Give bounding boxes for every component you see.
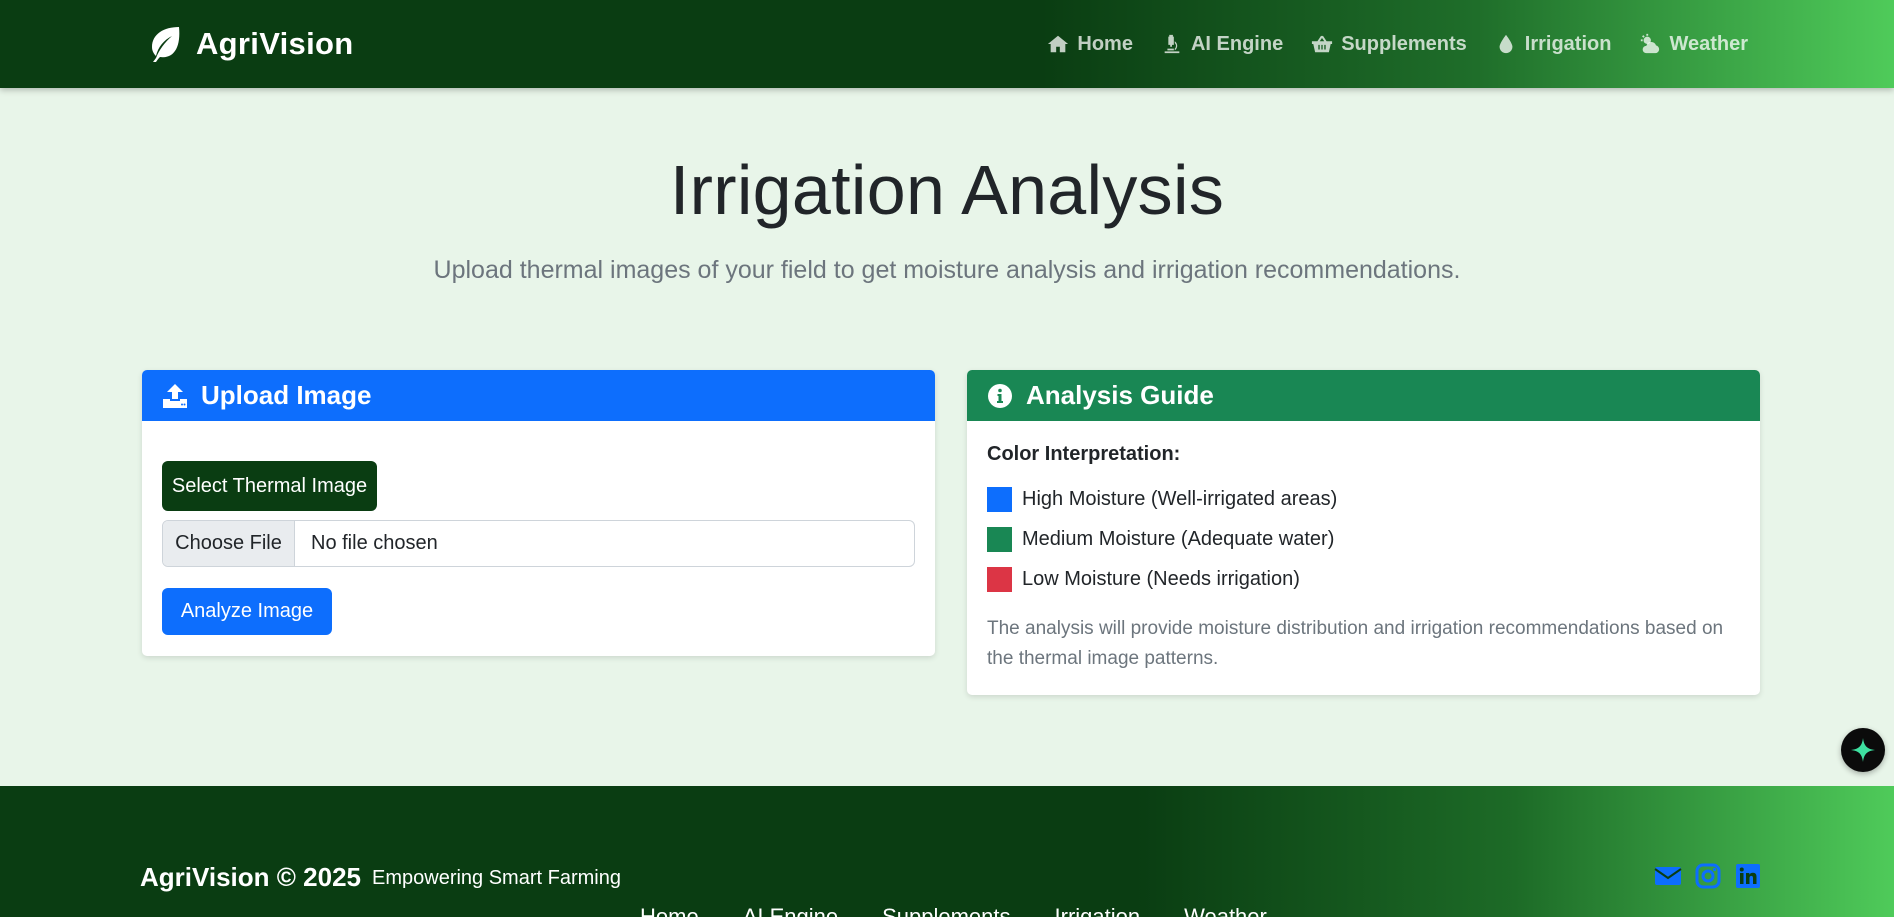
guide-card-title: Analysis Guide bbox=[1026, 380, 1214, 410]
guide-note: The analysis will provide moisture distr… bbox=[987, 618, 1724, 669]
select-thermal-image-button[interactable]: Select Thermal Image bbox=[162, 461, 377, 511]
file-input[interactable]: Choose File No file chosen bbox=[162, 520, 915, 567]
nav-item-ai-engine[interactable]: AI Engine bbox=[1161, 33, 1283, 56]
nav-label-ai-engine: AI Engine bbox=[1190, 32, 1284, 55]
legend-label-low: Low Moisture (Needs irrigation) bbox=[1022, 567, 1300, 590]
legend-label-high: High Moisture (Well-irrigated areas) bbox=[1022, 487, 1338, 510]
nav-label-home: Home bbox=[1077, 32, 1133, 55]
guide-card-header: Analysis Guide bbox=[967, 370, 1760, 421]
upload-icon bbox=[163, 383, 187, 408]
top-navbar: AgriVision Home AI Engine Supplements Ir… bbox=[0, 0, 1894, 88]
page-subtitle: Upload thermal images of your field to g… bbox=[433, 256, 1461, 284]
microscope-icon bbox=[1164, 34, 1180, 54]
footer-link-supplements[interactable]: Supplements bbox=[882, 904, 1010, 917]
nav-label-irrigation: Irrigation bbox=[1524, 32, 1612, 55]
footer-brand: AgriVision © 2025 bbox=[140, 862, 361, 892]
page-title: Irrigation Analysis bbox=[669, 151, 1225, 229]
basket-icon bbox=[1312, 35, 1333, 53]
footer-tagline: Empowering Smart Farming bbox=[372, 867, 621, 889]
instagram-icon[interactable] bbox=[1694, 862, 1722, 890]
nav-item-supplements[interactable]: Supplements bbox=[1311, 33, 1467, 56]
nav-item-irrigation[interactable]: Irrigation bbox=[1495, 32, 1612, 56]
choose-file-button[interactable]: Choose File bbox=[163, 521, 295, 566]
sparkle-icon bbox=[1851, 738, 1875, 762]
footer-links: Home AI Engine Supplements Irrigation We… bbox=[640, 904, 1267, 917]
nav-item-weather[interactable]: Weather bbox=[1639, 33, 1748, 56]
linkedin-icon[interactable] bbox=[1734, 862, 1762, 890]
legend-item-low: Low Moisture (Needs irrigation) bbox=[987, 566, 1740, 592]
upload-card: Upload Image Select Thermal Image Choose… bbox=[142, 370, 935, 656]
home-icon bbox=[1048, 35, 1069, 53]
legend-item-high: High Moisture (Well-irrigated areas) bbox=[987, 486, 1740, 512]
upload-card-header: Upload Image bbox=[142, 370, 935, 421]
envelope-icon[interactable] bbox=[1654, 862, 1682, 890]
legend-label-medium: Medium Moisture (Adequate water) bbox=[1022, 527, 1335, 550]
nav-label-weather: Weather bbox=[1669, 32, 1748, 55]
info-circle-icon bbox=[988, 383, 1012, 408]
footer-link-home[interactable]: Home bbox=[640, 904, 699, 917]
upload-card-title: Upload Image bbox=[201, 380, 372, 410]
nav-label-supplements: Supplements bbox=[1341, 32, 1467, 55]
color-swatch-green bbox=[987, 526, 1012, 552]
color-interpretation-label: Color Interpretation: bbox=[987, 443, 1181, 465]
assistant-fab-button[interactable] bbox=[1841, 728, 1885, 772]
footer-link-weather[interactable]: Weather bbox=[1184, 904, 1267, 917]
color-swatch-blue bbox=[987, 486, 1012, 512]
file-status-text: No file chosen bbox=[311, 532, 438, 554]
footer-link-ai-engine[interactable]: AI Engine bbox=[743, 904, 838, 917]
nav-item-home[interactable]: Home bbox=[1047, 33, 1133, 56]
water-drop-icon bbox=[1499, 34, 1513, 54]
analysis-guide-card: Analysis Guide Color Interpretation: Hig… bbox=[967, 370, 1760, 695]
site-footer: AgriVision © 2025 Empowering Smart Farmi… bbox=[0, 786, 1894, 917]
footer-social bbox=[1654, 862, 1762, 890]
main-nav: Home AI Engine Supplements Irrigation We… bbox=[1047, 26, 1748, 62]
legend-item-medium: Medium Moisture (Adequate water) bbox=[987, 526, 1740, 552]
cloud-sun-icon bbox=[1641, 33, 1660, 54]
brand-name: AgriVision bbox=[196, 26, 354, 61]
brand-link[interactable]: AgriVision bbox=[148, 22, 353, 66]
footer-link-irrigation[interactable]: Irrigation bbox=[1055, 904, 1141, 917]
analyze-image-button[interactable]: Analyze Image bbox=[162, 588, 332, 635]
leaf-icon bbox=[148, 25, 182, 63]
color-swatch-red bbox=[987, 566, 1012, 592]
